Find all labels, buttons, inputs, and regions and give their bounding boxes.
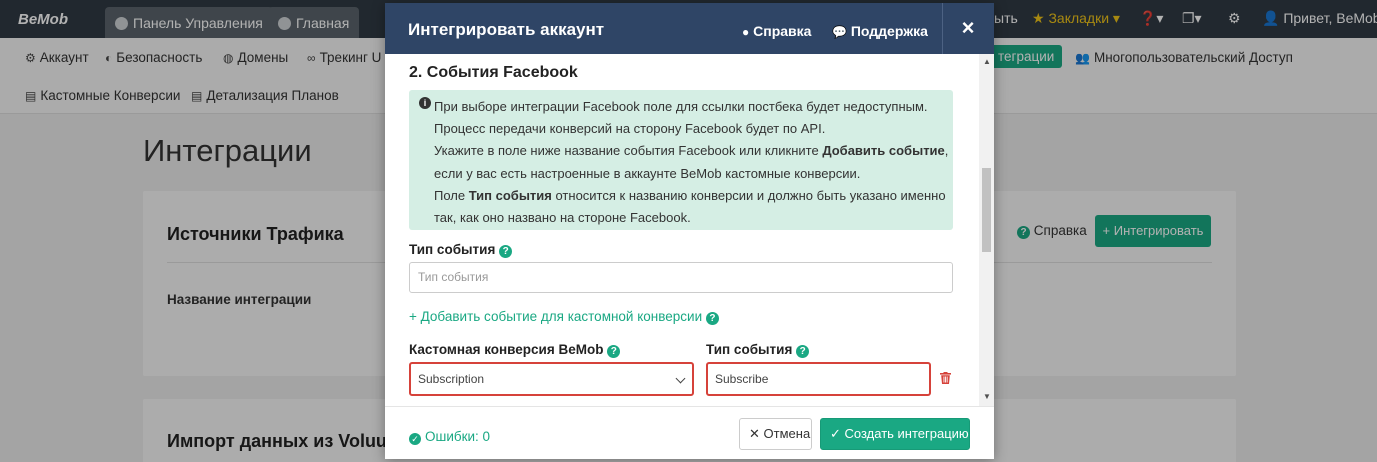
add-custom-event-link[interactable]: + Добавить событие для кастомной конверс… <box>409 309 719 325</box>
scroll-thumb[interactable] <box>982 168 991 252</box>
cancel-button[interactable]: ✕ Отмена <box>739 418 812 450</box>
errors-status: ✓ Ошибки: 0 <box>409 429 490 445</box>
info-line: При выборе интеграции Facebook поле для … <box>434 99 928 114</box>
help-icon[interactable]: ? <box>607 345 621 358</box>
chat-icon: 💬 <box>832 25 847 39</box>
close-icon[interactable]: × <box>953 15 983 41</box>
modal-header: Интегрировать аккаунт ● Справка 💬 Поддер… <box>385 3 994 54</box>
help-icon[interactable]: ? <box>796 345 810 358</box>
modal-support-link[interactable]: 💬 Поддержка <box>832 23 928 39</box>
info-line: так, как оно названо на стороне Facebook… <box>434 210 691 226</box>
create-integration-button[interactable]: ✓ Создать интеграцию <box>820 418 970 450</box>
trash-icon[interactable] <box>940 372 951 384</box>
check-circle-icon: ✓ <box>409 433 421 445</box>
scroll-up-arrow[interactable]: ▲ <box>983 57 991 66</box>
event-type-input[interactable]: Тип события <box>409 262 953 293</box>
info-line: Укажите в поле ниже название события Fac… <box>434 143 949 159</box>
question-circle-icon: ● <box>742 25 750 39</box>
event-type-label: Тип события ? <box>409 242 513 258</box>
custom-event-type-input[interactable]: Subscribe <box>706 362 931 396</box>
header-divider <box>942 3 943 54</box>
check-icon: ✓ <box>830 426 841 441</box>
modal-body: 2. События Facebook i При выборе интегра… <box>385 54 994 406</box>
modal-footer: ✓ Ошибки: 0 ✕ Отмена ✓ Создать интеграцию <box>385 406 994 459</box>
close-icon: ✕ <box>749 426 760 441</box>
help-icon[interactable]: ? <box>705 312 719 325</box>
integrate-account-modal: Интегрировать аккаунт ● Справка 💬 Поддер… <box>385 3 994 459</box>
scroll-down-arrow[interactable]: ▼ <box>983 392 991 401</box>
info-icon: i <box>419 97 431 109</box>
chevron-down-icon <box>675 373 686 384</box>
info-alert: i При выборе интеграции Facebook поле дл… <box>409 90 953 230</box>
info-line: если у вас есть настроенные в аккаунте B… <box>434 165 861 181</box>
custom-conversion-label: Кастомная конверсия BeMob ? <box>409 342 621 358</box>
modal-help-link[interactable]: ● Справка <box>742 23 811 39</box>
info-line: Процесс передачи конверсий на сторону Fa… <box>434 121 826 137</box>
custom-event-type-label: Тип события ? <box>706 342 810 358</box>
help-icon[interactable]: ? <box>499 245 513 258</box>
modal-title: Интегрировать аккаунт <box>408 20 605 39</box>
modal-scrollbar[interactable]: ▲ ▼ <box>979 54 994 406</box>
section-title: 2. События Facebook <box>409 64 578 81</box>
custom-conversion-select[interactable]: Subscription <box>409 362 694 396</box>
info-line: Поле Тип события относится к названию ко… <box>434 187 946 203</box>
